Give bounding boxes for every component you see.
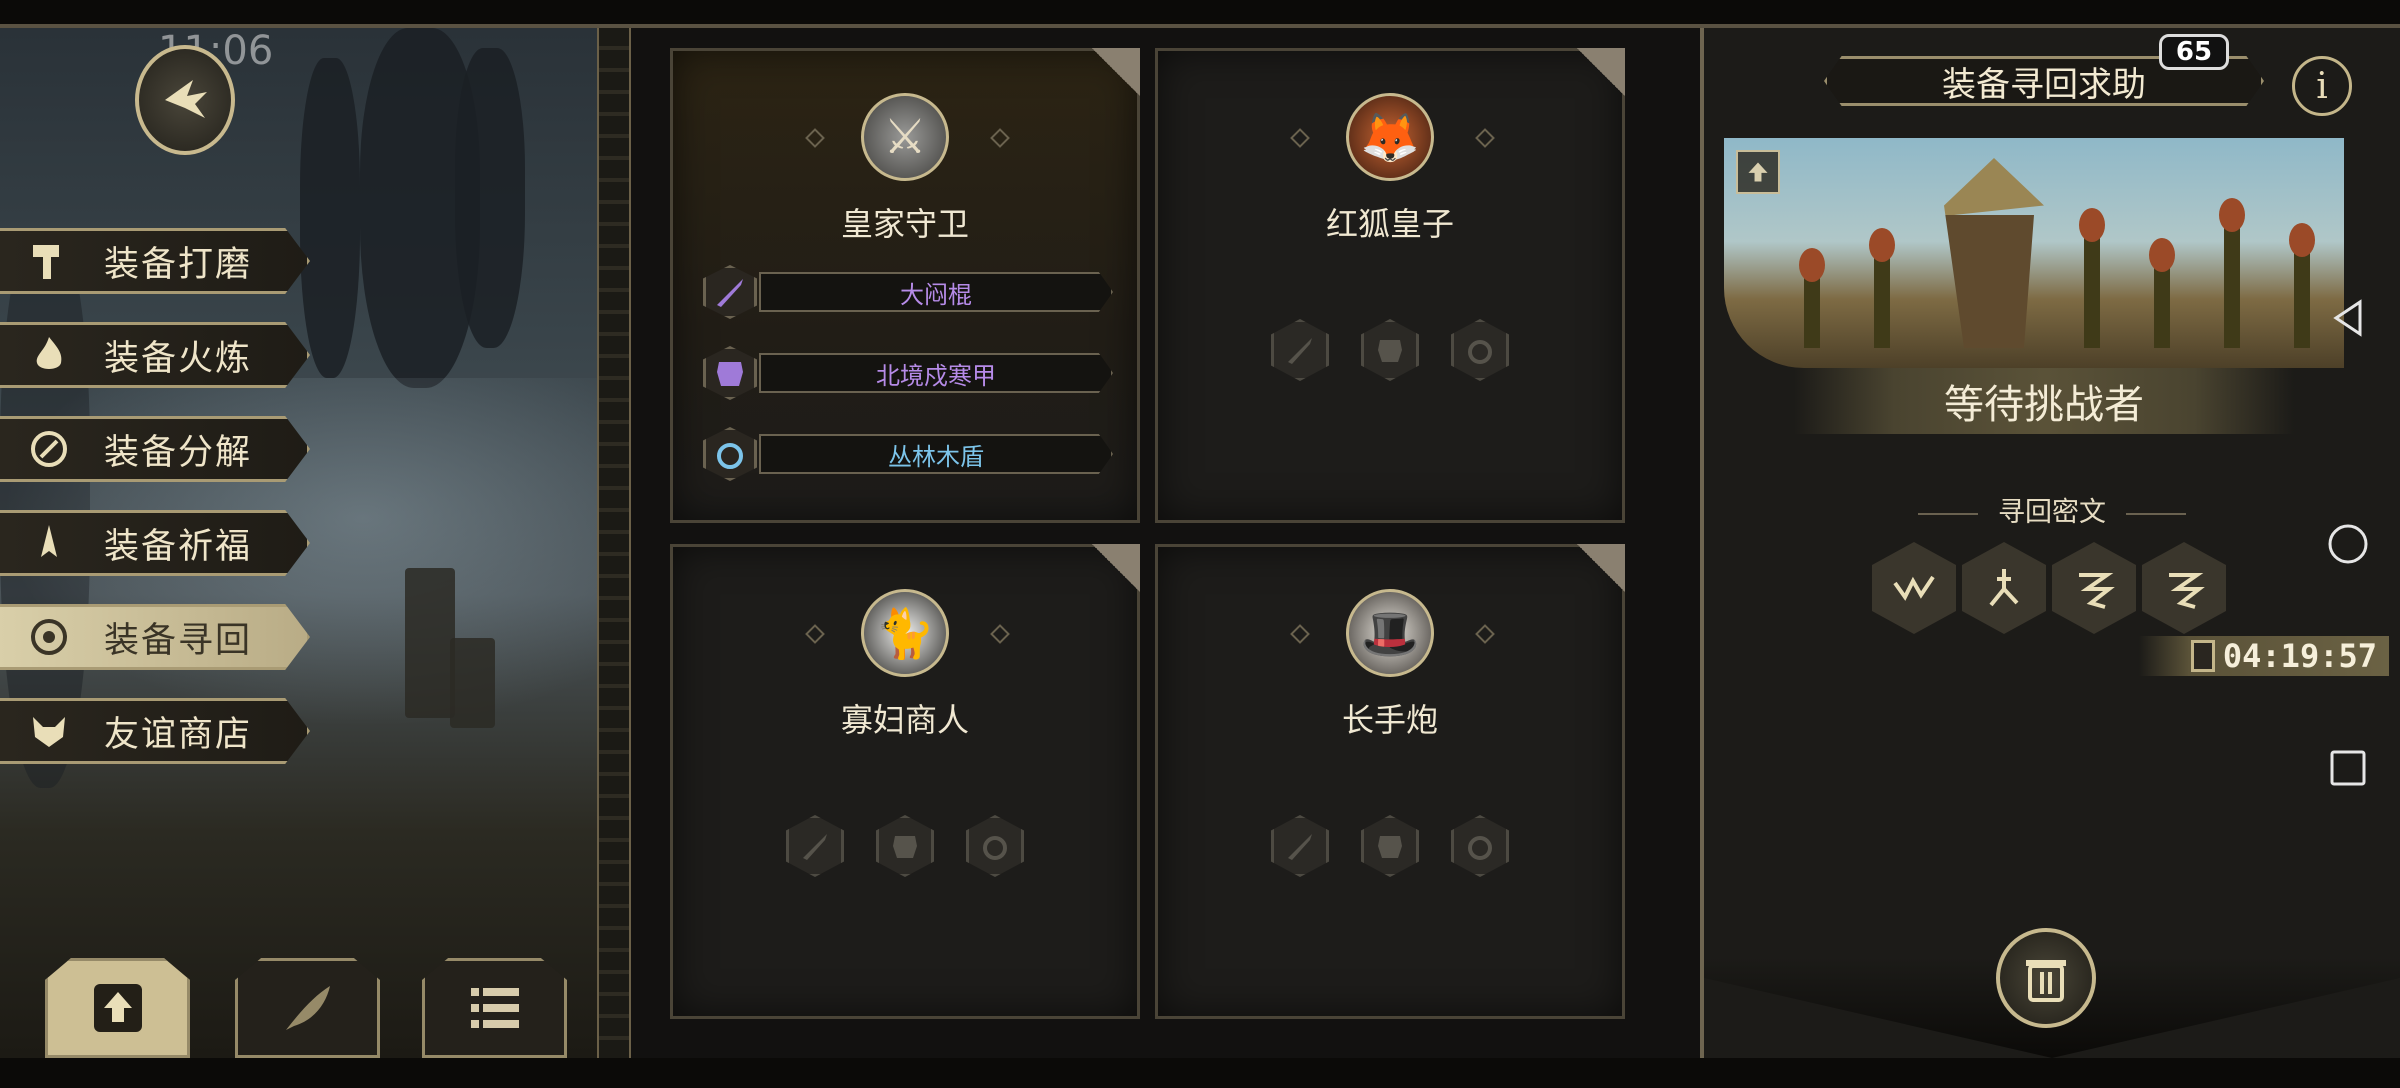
nav-back-button[interactable] <box>2320 290 2376 346</box>
trash-icon <box>2026 960 2066 1002</box>
weapon-slot-icon[interactable] <box>1271 319 1329 381</box>
retrieve-icon <box>20 608 78 666</box>
character-name: 皇家守卫 <box>840 205 969 243</box>
countdown-timer: 04:19:57 <box>2139 636 2389 676</box>
ring-slot-icon[interactable] <box>966 815 1024 877</box>
upload-button[interactable] <box>45 958 190 1058</box>
knight-avatar: ⚔ <box>861 93 949 181</box>
character-name: 寡妇商人 <box>840 701 969 739</box>
rune-2-icon <box>1962 542 2046 634</box>
character-name: 长手炮 <box>1341 701 1438 739</box>
equipment-row[interactable]: 丛林木盾 <box>703 427 1113 481</box>
decompose-icon <box>20 420 78 478</box>
hourglass-icon <box>2190 640 2215 672</box>
challenge-status: 等待挑战者 <box>1794 368 2294 434</box>
scene-illustration <box>1724 138 2344 368</box>
fox-icon <box>20 702 78 760</box>
delete-button[interactable] <box>1996 928 2096 1028</box>
feather-button[interactable] <box>235 958 380 1058</box>
widow-avatar: 🐈 <box>861 589 949 677</box>
menu-item-forge[interactable]: 装备火炼 <box>0 322 310 388</box>
menu-item-pray[interactable]: 装备祈福 <box>0 510 310 576</box>
equipment-name: 丛林木盾 <box>759 434 1113 474</box>
back-button[interactable] <box>135 45 235 155</box>
ring-icon <box>703 427 757 481</box>
flame-icon <box>20 326 78 384</box>
menu-item-label: 装备火炼 <box>104 338 253 379</box>
equipment-row[interactable]: 北境戍寒甲 <box>703 346 1113 400</box>
menu-item-decompose[interactable]: 装备分解 <box>0 416 310 482</box>
nav-home-button[interactable] <box>2320 516 2376 572</box>
armor-slot-icon[interactable] <box>1361 319 1419 381</box>
character-card[interactable]: 🦊 红狐皇子 <box>1155 48 1625 523</box>
ring-slot-icon[interactable] <box>1451 815 1509 877</box>
equipment-slots <box>673 815 1137 877</box>
menu-item-polish[interactable]: 装备打磨 <box>0 228 310 294</box>
hammer-icon <box>20 232 78 290</box>
equipment-name: 大闷棍 <box>759 272 1113 312</box>
square-recents-icon <box>2330 750 2366 786</box>
rune-3-icon <box>2052 542 2136 634</box>
character-card[interactable]: 🐈 寡妇商人 <box>670 544 1140 1019</box>
list-icon <box>470 988 519 1028</box>
cipher-label: 寻回密文 <box>1704 490 2400 529</box>
equipment-slots <box>1158 815 1622 877</box>
equipment-row[interactable]: 大闷棍 <box>703 265 1113 319</box>
timer-value: 04:19:57 <box>2222 637 2377 675</box>
character-card[interactable]: ⚔ 皇家守卫 大闷棍 北境戍寒甲 丛林木盾 <box>670 48 1140 523</box>
info-button[interactable]: i <box>2292 56 2352 116</box>
weapon-slot-icon[interactable] <box>1271 815 1329 877</box>
rune-4-icon <box>2142 542 2226 634</box>
armor-slot-icon[interactable] <box>1361 815 1419 877</box>
feather-icon <box>285 986 330 1030</box>
rune-1-icon <box>1872 542 1956 634</box>
gunner-avatar: 🎩 <box>1346 589 1434 677</box>
character-name: 红狐皇子 <box>1325 205 1454 243</box>
cipher-glyphs <box>1872 542 2226 634</box>
menu-item-label: 装备祈福 <box>104 526 253 567</box>
menu-item-retrieve[interactable]: 装备寻回 <box>0 604 310 670</box>
menu-item-label: 友谊商店 <box>104 714 253 755</box>
upload-icon <box>93 984 142 1032</box>
circle-home-icon <box>2328 524 2368 564</box>
fox-avatar: 🦊 <box>1346 93 1434 181</box>
list-button[interactable] <box>422 958 567 1058</box>
menu-item-friend-shop[interactable]: 友谊商店 <box>0 698 310 764</box>
menu-item-label: 装备分解 <box>104 432 253 473</box>
ornate-divider <box>597 28 631 1058</box>
sword-icon <box>703 265 757 319</box>
triangle-back-icon <box>2333 299 2362 337</box>
nav-recents-button[interactable] <box>2320 740 2376 796</box>
back-arrow-icon <box>165 80 207 118</box>
pray-icon <box>20 514 78 572</box>
equipment-name: 北境戍寒甲 <box>759 353 1113 393</box>
armor-icon <box>703 346 757 400</box>
menu-item-label: 装备寻回 <box>104 620 253 661</box>
retrieve-help-panel: 装备寻回求助 65 i 等待挑战者 寻回密文 04:19:57 <box>1700 28 2400 1058</box>
side-menu: 装备打磨 装备火炼 装备分解 装备祈福 装备寻回 友谊商店 <box>0 228 310 792</box>
count-badge: 65 <box>2159 34 2229 70</box>
menu-item-label: 装备打磨 <box>104 244 253 285</box>
armor-slot-icon[interactable] <box>876 815 934 877</box>
ring-slot-icon[interactable] <box>1451 319 1509 381</box>
upload-icon[interactable] <box>1736 150 1780 194</box>
character-card[interactable]: 🎩 长手炮 <box>1155 544 1625 1019</box>
equipment-slots <box>1158 319 1622 381</box>
weapon-slot-icon[interactable] <box>786 815 844 877</box>
